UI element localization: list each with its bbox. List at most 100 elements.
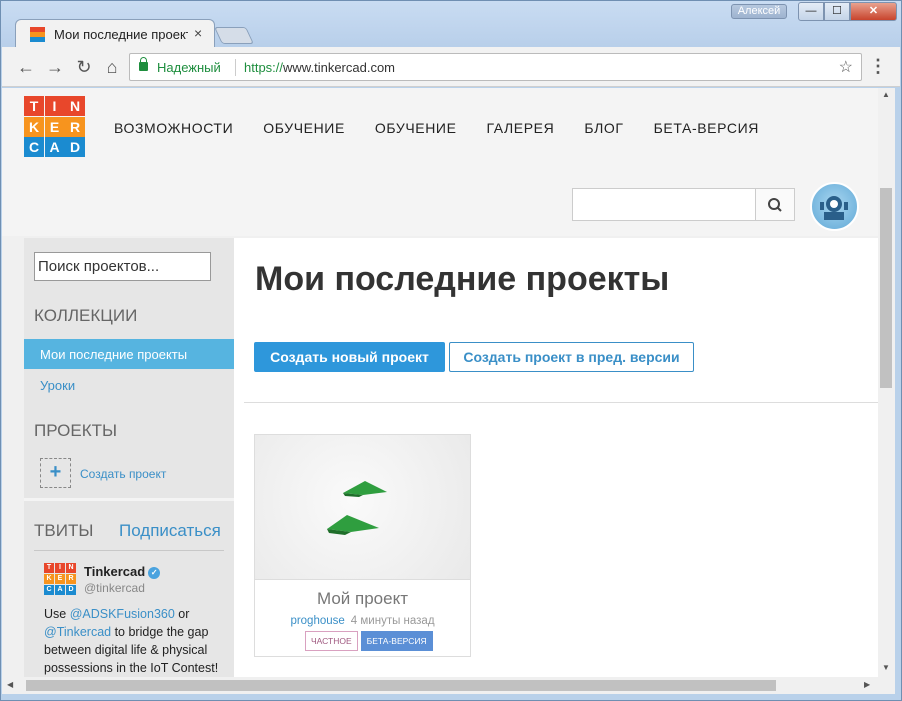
vertical-scrollbar[interactable]: ▲ ▼ [878, 88, 895, 677]
horizontal-scrollbar[interactable]: ◀ ▶ [2, 677, 895, 694]
main-content: Мои последние проекты Создать новый прое… [234, 238, 878, 677]
logo-letter: C [24, 137, 44, 157]
page-viewport: TINKERCAD ВОЗМОЖНОСТИ ОБУЧЕНИЕ ОБУЧЕНИЕ ГАЛ… [2, 88, 878, 677]
scroll-down-icon[interactable]: ▼ [882, 663, 890, 672]
project-owner-link[interactable]: proghouse [290, 615, 344, 627]
nav-item-4[interactable]: БЛОГ [584, 120, 623, 136]
beta-badge: БЕТА-ВЕРСИЯ [360, 631, 433, 651]
url-scheme: https:// [244, 60, 284, 75]
logo-letter: E [55, 574, 65, 584]
window-bottom-frame [1, 694, 901, 700]
plus-icon[interactable]: + [40, 458, 71, 488]
tweet-mention-tinkercad[interactable]: @Tinkercad [44, 625, 111, 639]
scroll-up-icon[interactable]: ▲ [882, 90, 890, 99]
project-badges: ЧАСТНОЕ БЕТА-ВЕРСИЯ [305, 631, 436, 651]
project-meta: proghouse 4 минуты назад [255, 615, 470, 627]
logo-letter: K [24, 116, 44, 137]
verified-icon: ✓ [148, 567, 161, 579]
logo-letter: D [65, 137, 85, 157]
nav-item-1[interactable]: ОБУЧЕНИЕ [263, 120, 345, 136]
tweets-heading: ТВИТЫ [34, 521, 94, 540]
nav-item-2[interactable]: ОБУЧЕНИЕ [375, 120, 457, 136]
browser-window: Мои последние проекты × Алексей — ☐ ✕ ← … [0, 0, 902, 701]
horizontal-scroll-thumb[interactable] [26, 680, 776, 691]
address-bar[interactable]: Надежный https://www.tinkercad.com ☆ [129, 53, 862, 81]
logo-letter: R [65, 116, 85, 137]
project-title[interactable]: Мой проект [255, 589, 470, 609]
project-card[interactable]: Мой проект proghouse 4 минуты назад ЧАСТН… [254, 434, 471, 657]
vertical-scroll-thumb[interactable] [880, 188, 892, 388]
secure-label: Надежный [157, 60, 221, 75]
logo-letter: T [44, 563, 54, 573]
sidebar-item-lessons[interactable]: Уроки [24, 370, 234, 400]
tweet-avatar-logo[interactable]: TIN KER CAD [44, 563, 76, 595]
create-new-project-button[interactable]: Создать новый проект [254, 342, 445, 372]
site-search-input[interactable] [572, 188, 756, 221]
title-bar: Мои последние проекты × Алексей — ☐ ✕ [1, 1, 901, 48]
address-divider [235, 59, 236, 76]
tweets-panel: ТВИТЫ Подписаться TIN KER CAD Tinkercad ✓ @… [24, 498, 234, 677]
main-nav: ВОЗМОЖНОСТИ ОБУЧЕНИЕ ОБУЧЕНИЕ ГАЛЕРЕЯ БЛОГ БЕ… [114, 120, 789, 136]
forward-arrow-icon[interactable]: → [44, 56, 66, 78]
logo-letter: A [44, 137, 65, 157]
logo-letter: N [65, 96, 85, 116]
logo-letter: C [44, 585, 54, 595]
subscribe-link[interactable]: Подписаться [119, 521, 221, 541]
tinkercad-logo[interactable]: TIN KER CAD [24, 96, 85, 157]
project-search-input[interactable] [34, 252, 211, 281]
tweet-text: Use @ADSKFusion360 or @Tinkercad to brid… [44, 605, 224, 677]
search-icon [768, 198, 782, 212]
browser-menu-icon[interactable]: ⋮ [868, 56, 888, 76]
minimize-button[interactable]: — [798, 2, 824, 21]
tweet-author-text: Tinkercad [84, 564, 146, 579]
nav-item-3[interactable]: ГАЛЕРЕЯ [487, 120, 555, 136]
close-window-button[interactable]: ✕ [850, 2, 897, 21]
url-host: www.tinkercad.com [283, 60, 396, 75]
home-icon[interactable]: ⌂ [101, 56, 123, 78]
logo-letter: I [55, 563, 65, 573]
back-arrow-icon[interactable]: ← [15, 56, 37, 78]
page-title: Мои последние проекты [255, 260, 670, 298]
tinkercad-favicon-icon [30, 27, 45, 42]
project-thumbnail[interactable] [255, 435, 470, 580]
robot-avatar-icon [820, 196, 848, 220]
browser-toolbar: ← → ↻ ⌂ Надежный https://www.tinkercad.c… [2, 47, 900, 87]
create-legacy-project-button[interactable]: Создать проект в пред. версии [449, 342, 694, 372]
tweet-text-2: or [174, 607, 190, 621]
tweet-mention-fusion[interactable]: @ADSKFusion360 [70, 607, 175, 621]
nav-item-0[interactable]: ВОЗМОЖНОСТИ [114, 120, 233, 136]
nav-item-5[interactable]: БЕТА-ВЕРСИЯ [654, 120, 759, 136]
site-header: TIN KER CAD ВОЗМОЖНОСТИ ОБУЧЕНИЕ ОБУЧЕНИЕ ГАЛ… [2, 88, 878, 236]
logo-letter: A [55, 585, 65, 595]
url-text[interactable]: https://www.tinkercad.com [244, 60, 395, 75]
tab-title: Мои последние проекты [54, 27, 188, 42]
create-project-label[interactable]: Создать проект [80, 467, 166, 481]
profile-badge[interactable]: Алексей [731, 4, 787, 19]
collections-heading: КОЛЛЕКЦИИ [34, 306, 138, 325]
tab-close-icon[interactable]: × [194, 25, 202, 41]
search-button[interactable] [755, 188, 795, 221]
scroll-left-icon[interactable]: ◀ [7, 680, 13, 689]
sidebar: КОЛЛЕКЦИИ Мои последние проекты Уроки ПР… [24, 238, 234, 677]
logo-letter: I [44, 96, 65, 116]
private-badge: ЧАСТНОЕ [305, 631, 358, 651]
sidebar-item-recent-projects[interactable]: Мои последние проекты [24, 339, 234, 369]
logo-letter: N [66, 563, 76, 573]
tweets-divider [34, 550, 224, 551]
reload-icon[interactable]: ↻ [73, 56, 95, 78]
projects-heading: ПРОЕКТЫ [34, 421, 118, 440]
scroll-right-icon[interactable]: ▶ [864, 680, 870, 689]
tweet-text-1: Use [44, 607, 70, 621]
lock-icon [139, 57, 148, 71]
tweet-handle[interactable]: @tinkercad [84, 581, 145, 595]
logo-letter: D [66, 585, 76, 595]
browser-tab[interactable]: Мои последние проекты × [15, 19, 215, 48]
user-avatar[interactable] [810, 182, 859, 231]
logo-letter: R [66, 574, 76, 584]
bookmark-star-icon[interactable]: ☆ [839, 57, 853, 77]
logo-letter: E [44, 116, 65, 137]
content-divider [244, 402, 878, 403]
maximize-button[interactable]: ☐ [824, 2, 850, 21]
tweet-author-name[interactable]: Tinkercad ✓ [84, 564, 161, 579]
new-tab-button[interactable] [214, 27, 254, 44]
